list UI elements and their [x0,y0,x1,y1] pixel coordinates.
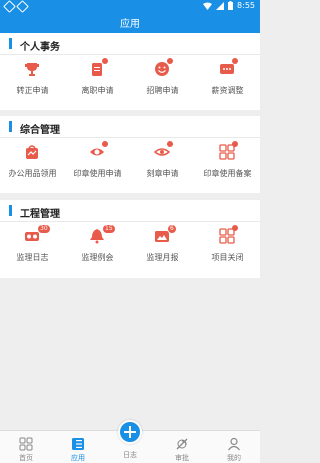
stamp-approve-icon [176,438,188,450]
notification-dot [167,58,173,64]
app-label: 监理日志 [16,253,49,262]
apps-icon [72,438,84,450]
count-badge: 15 [102,224,116,234]
app-label: 办公用品领用 [8,169,57,178]
status-bar: 8:55 [0,0,260,14]
notification-dot [232,58,238,64]
app-office-supplies[interactable]: 办公用品领用 [0,138,65,193]
app-seal-carving-request[interactable]: 刻章申请 [130,138,195,193]
app-notification-icon [3,0,16,13]
app-project-close[interactable]: 项目关闭 [195,222,260,278]
app-seal-use-request[interactable]: 印章使用申请 [65,138,130,193]
notification-dot [102,141,108,147]
app-seal-use-filing[interactable]: 印章使用备案 [195,138,260,193]
nav-label: 应用 [71,454,85,462]
section-header: 个人事务 [0,33,260,55]
app-regularization-request[interactable]: 转正申请 [0,55,65,110]
section-engineering-management: 工程管理 30 监理日志 15 监理例会 6 监理月报 项目关闭 [0,200,260,278]
notification-dot [232,141,238,147]
nav-label-log: 日志 [123,451,137,459]
section-header: 工程管理 [0,200,260,222]
count-badge: 6 [167,224,177,234]
app-resignation-request[interactable]: 离职申请 [65,55,130,110]
app-label: 刻章申请 [146,169,179,178]
nav-apps[interactable]: 应用 [52,431,104,463]
app-supervision-meeting[interactable]: 15 监理例会 [65,222,130,278]
status-time: 8:55 [237,1,255,10]
app-label: 转正申请 [16,86,49,95]
office-bag-icon [26,145,38,159]
section-header: 综合管理 [0,116,260,138]
section-accent-bar [9,121,12,132]
section-title: 工程管理 [20,209,60,220]
section-title: 综合管理 [20,125,60,136]
app-label: 招聘申请 [146,86,179,95]
app-label: 监理月报 [146,253,179,262]
trophy-icon [25,63,39,76]
app-label: 离职申请 [81,86,114,95]
nav-label: 首页 [19,454,33,462]
nav-label: 我的 [227,454,241,462]
app-label: 印章使用备案 [203,169,252,178]
home-grid-icon [19,437,33,451]
app-supervision-monthly-report[interactable]: 6 监理月报 [130,222,195,278]
battery-icon [228,1,234,10]
app-recruitment-request[interactable]: 招聘申请 [130,55,195,110]
app-label: 监理例会 [81,253,114,262]
section-general-management: 综合管理 办公用品领用 印章使用申请 刻章申请 印章使用备案 [0,116,260,193]
user-icon [228,437,240,451]
app-supervision-log[interactable]: 30 监理日志 [0,222,65,278]
nav-approve[interactable]: 审批 [156,431,208,463]
page-title: 应用 [120,19,140,30]
notification-dot [102,58,108,64]
app-notification-icon [16,0,29,13]
notification-dot [232,225,238,231]
app-label: 印章使用申请 [73,169,122,178]
signal-icon [216,1,225,10]
wifi-icon [203,2,213,10]
nav-home[interactable]: 首页 [0,431,52,463]
app-label: 薪资调整 [211,86,244,95]
section-accent-bar [9,205,12,216]
app-salary-adjustment[interactable]: 薪资调整 [195,55,260,110]
nav-label: 审批 [175,454,189,462]
section-personal-affairs: 个人事务 转正申请 离职申请 招聘申请 薪资调整 [0,33,260,110]
count-badge: 30 [37,224,51,234]
notification-dot [167,141,173,147]
app-label: 项目关闭 [211,253,244,262]
plus-icon [124,426,136,438]
add-log-button[interactable] [118,420,142,444]
section-title: 个人事务 [20,42,60,53]
section-accent-bar [9,38,12,49]
nav-mine[interactable]: 我的 [208,431,260,463]
